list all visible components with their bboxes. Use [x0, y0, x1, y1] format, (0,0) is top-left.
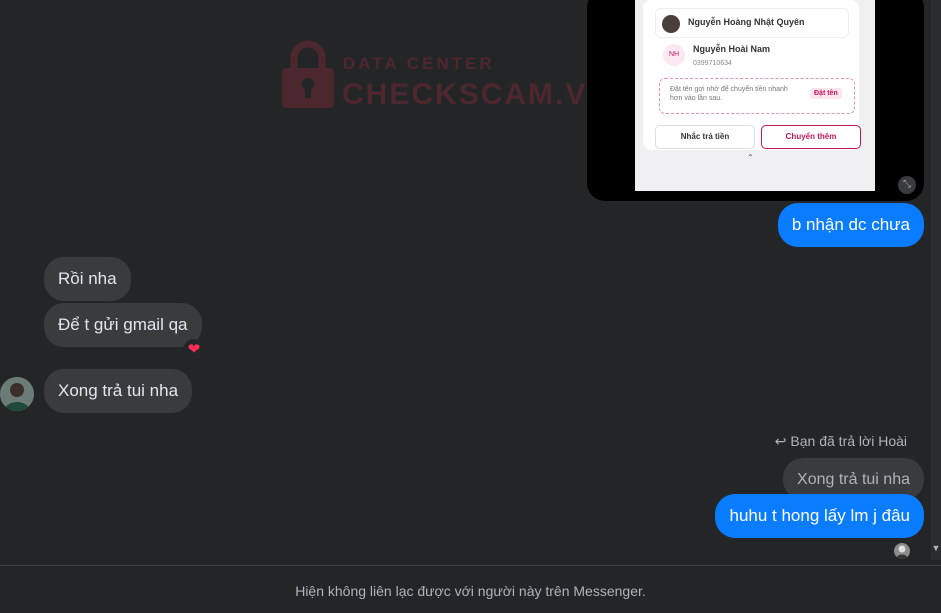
heart-reaction-icon[interactable]: ❤ [183, 339, 205, 361]
payer-name: Nguyễn Hoàng Nhật Quyên [688, 17, 805, 27]
transfer-more-button: Chuyển thêm [761, 125, 861, 149]
payee-name: Nguyễn Hoài Nam [693, 44, 771, 54]
transfer-card: Nguyễn Hoàng Nhật Quyên NH Nguyễn Hoài N… [643, 0, 861, 150]
unavailable-notice: Hiện không liên lạc được với người này t… [295, 583, 646, 599]
remind-payment-button: Nhắc trả tiền [655, 125, 755, 149]
set-nickname-button: Đặt tên [810, 88, 842, 99]
payee-avatar: NH [663, 44, 685, 66]
image-attachment[interactable]: Nguyễn Hoàng Nhật Quyên NH Nguyễn Hoài N… [587, 0, 924, 201]
lock-icon [282, 40, 334, 108]
watermark: DATA CENTER CHECKSCAM.VN [280, 38, 609, 112]
reply-note-text: Bạn đã trả lời Hoài [790, 433, 907, 449]
scroll-down-icon[interactable]: ▼ [931, 543, 941, 555]
footer-divider [0, 565, 941, 566]
message-bubble-outgoing[interactable]: huhu t hong lấy lm j đâu [715, 494, 924, 538]
expand-icon[interactable]: ⤡ [898, 176, 916, 194]
payer-avatar [662, 15, 680, 33]
message-bubble-outgoing[interactable]: b nhận dc chưa [777, 203, 924, 247]
seen-avatar [894, 543, 910, 559]
payer-row: Nguyễn Hoàng Nhật Quyên [655, 8, 849, 38]
payment-screenshot: Nguyễn Hoàng Nhật Quyên NH Nguyễn Hoài N… [635, 0, 875, 191]
nickname-box: Đặt tên gợi nhớ để chuyển tiền nhanh hơn… [659, 78, 855, 114]
message-bubble-incoming[interactable]: Xong trả tui nha [44, 369, 193, 413]
watermark-title: CHECKSCAM.VN [342, 78, 612, 111]
message-bubble-incoming[interactable]: Để t gửi gmail qa [44, 303, 202, 347]
payee-phone: 0399710634 [693, 60, 732, 67]
scrollbar[interactable] [931, 0, 941, 560]
person-icon [894, 543, 910, 559]
message-bubble-incoming[interactable]: Rồi nha [44, 257, 131, 301]
caret-up-icon: ⌃ [747, 153, 754, 162]
reply-icon: ↩ [774, 433, 787, 449]
contact-avatar[interactable] [0, 377, 34, 411]
reply-indicator: ↩ Bạn đã trả lời Hoài [775, 433, 907, 450]
nickname-hint: Đặt tên gợi nhớ để chuyển tiền nhanh hơn… [670, 86, 788, 102]
person-icon [0, 377, 34, 411]
watermark-subtitle: DATA CENTER [343, 54, 495, 73]
